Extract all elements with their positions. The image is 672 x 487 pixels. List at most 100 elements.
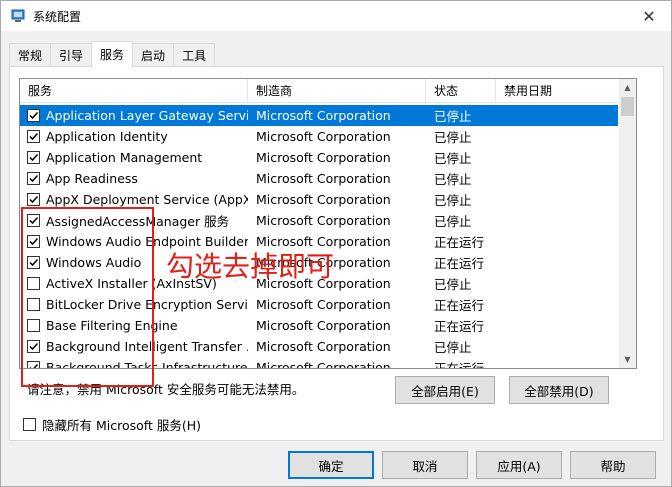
table-row[interactable]: Application Layer Gateway Service Microso… — [20, 105, 618, 126]
service-cell: Background Intelligent Transfer ... — [20, 339, 248, 354]
status-cell: 正在运行 — [434, 298, 485, 313]
status-cell: 已停止 — [434, 151, 472, 166]
apply-button[interactable]: 应用(A) — [476, 451, 562, 479]
ok-button[interactable]: 确定 — [288, 451, 374, 479]
status-cell: 已停止 — [434, 109, 472, 124]
enable-all-button[interactable]: 全部启用(E) — [395, 376, 495, 404]
service-name: Background Intelligent Transfer ... — [46, 339, 248, 354]
title-bar: 系统配置 ✕ — [1, 1, 671, 31]
manufacturer-cell: Microsoft Corporation — [256, 339, 391, 354]
scroll-thumb[interactable] — [621, 97, 634, 116]
status-cell: 正在运行 — [434, 235, 485, 250]
table-row[interactable]: Background Intelligent Transfer ... Micro… — [20, 336, 618, 357]
table-row[interactable]: BitLocker Drive Encryption Service Micros… — [20, 294, 618, 315]
hide-ms-services[interactable]: 隐藏所有 Microsoft 服务(H) — [23, 415, 201, 434]
service-checkbox[interactable] — [27, 151, 40, 164]
service-checkbox[interactable] — [27, 235, 40, 248]
service-checkbox[interactable] — [27, 361, 40, 368]
service-checkbox[interactable] — [27, 340, 40, 353]
hide-ms-label: 隐藏所有 Microsoft 服务(H) — [42, 418, 201, 433]
tab-bar: 常规 引导 服务 启动 工具 — [9, 41, 216, 67]
manufacturer-cell: Microsoft Corporation — [256, 171, 391, 186]
service-checkbox[interactable] — [27, 319, 40, 332]
manufacturer-cell: Microsoft Corporation — [256, 129, 391, 144]
status-cell: 正在运行 — [434, 361, 485, 369]
service-name: Application Identity — [46, 129, 168, 144]
manufacturer-cell: Microsoft Corporation — [256, 318, 391, 333]
service-cell: BitLocker Drive Encryption Service — [20, 297, 248, 312]
scroll-up-icon[interactable]: ▲ — [619, 79, 636, 96]
manufacturer-cell: Microsoft Corporation — [256, 213, 391, 228]
tab-startup[interactable]: 启动 — [132, 43, 175, 66]
manufacturer-cell: Microsoft Corporation — [256, 150, 391, 165]
hide-ms-checkbox[interactable] — [23, 418, 36, 431]
manufacturer-cell: Microsoft Corporation — [256, 192, 391, 207]
column-disabled-date[interactable]: 禁用日期 — [496, 79, 620, 103]
service-cell: Base Filtering Engine — [20, 318, 248, 333]
close-icon: ✕ — [642, 6, 656, 26]
vertical-scrollbar[interactable]: ▲ ▼ — [619, 79, 636, 368]
table-row[interactable]: App Readiness Microsoft Corporation 已停止 — [20, 168, 618, 189]
table-row[interactable]: Application Identity Microsoft Corporatio… — [20, 126, 618, 147]
service-checkbox[interactable] — [27, 172, 40, 185]
column-status[interactable]: 状态 — [426, 79, 496, 103]
services-list[interactable]: 服务 制造商 状态 禁用日期 Application Layer Gateway… — [19, 78, 637, 369]
service-name: Application Management — [46, 150, 203, 165]
service-cell: AppX Deployment Service (AppX... — [20, 192, 248, 207]
service-name: Windows Audio — [46, 255, 142, 270]
status-cell: 已停止 — [434, 214, 472, 229]
tab-general[interactable]: 常规 — [9, 43, 52, 66]
service-checkbox[interactable] — [27, 109, 40, 122]
cancel-button[interactable]: 取消 — [382, 451, 468, 479]
service-name: Background Tasks Infrastructure ... — [46, 360, 248, 369]
service-name: App Readiness — [46, 171, 138, 186]
service-checkbox[interactable] — [27, 193, 40, 206]
service-checkbox[interactable] — [27, 214, 40, 227]
table-row[interactable]: Base Filtering Engine Microsoft Corporati… — [20, 315, 618, 336]
service-checkbox[interactable] — [27, 298, 40, 311]
manufacturer-cell: Microsoft Corporation — [256, 108, 391, 123]
status-cell: 正在运行 — [434, 319, 485, 334]
disable-all-button[interactable]: 全部禁用(D) — [509, 376, 609, 404]
service-name: Base Filtering Engine — [46, 318, 178, 333]
table-row[interactable]: Background Tasks Infrastructure ... Micro… — [20, 357, 618, 369]
service-name: AppX Deployment Service (AppX... — [46, 192, 248, 207]
service-cell: App Readiness — [20, 171, 248, 186]
status-cell: 已停止 — [434, 130, 472, 145]
column-service[interactable]: 服务 — [20, 79, 248, 103]
window-title: 系统配置 — [33, 10, 82, 24]
status-cell: 已停止 — [434, 277, 472, 292]
manufacturer-cell: Microsoft Corporation — [256, 360, 391, 369]
service-cell: Application Identity — [20, 129, 248, 144]
column-manufacturer[interactable]: 制造商 — [248, 79, 426, 103]
tab-services[interactable]: 服务 — [91, 41, 134, 67]
list-header: 服务 制造商 状态 禁用日期 — [20, 79, 620, 103]
close-button[interactable]: ✕ — [627, 1, 671, 31]
system-config-window: 系统配置 ✕ 常规 引导 服务 启动 工具 服务 制造商 状态 禁用日期 App… — [0, 0, 672, 487]
service-checkbox[interactable] — [27, 256, 40, 269]
status-cell: 已停止 — [434, 340, 472, 355]
status-cell: 已停止 — [434, 172, 472, 187]
service-checkbox[interactable] — [27, 130, 40, 143]
table-row[interactable]: AssignedAccessManager 服务 Microsoft Corpor… — [20, 210, 618, 231]
list-rows: Application Layer Gateway Service Microso… — [20, 105, 618, 369]
msconfig-icon — [11, 9, 25, 23]
scroll-down-icon[interactable]: ▼ — [619, 351, 636, 368]
tab-tools[interactable]: 工具 — [173, 43, 216, 66]
service-cell: Application Management — [20, 150, 248, 165]
status-cell: 已停止 — [434, 193, 472, 208]
status-cell: 正在运行 — [434, 256, 485, 271]
service-name: AssignedAccessManager 服务 — [46, 214, 230, 229]
service-cell: Background Tasks Infrastructure ... — [20, 360, 248, 369]
service-name: Application Layer Gateway Service — [46, 108, 248, 123]
table-row[interactable]: Application Management Microsoft Corporat… — [20, 147, 618, 168]
service-cell: Application Layer Gateway Service — [20, 108, 248, 123]
service-name: BitLocker Drive Encryption Service — [46, 297, 248, 312]
table-row[interactable]: AppX Deployment Service (AppX... Microsof… — [20, 189, 618, 210]
tab-boot[interactable]: 引导 — [50, 43, 93, 66]
service-checkbox[interactable] — [27, 277, 40, 290]
ms-services-note: 请注意，禁用 Microsoft 安全服务可能无法禁用。 — [27, 382, 305, 397]
annotation-text: 勾选去掉即可 — [166, 250, 335, 283]
service-cell: AssignedAccessManager 服务 — [20, 211, 248, 230]
help-button[interactable]: 帮助 — [570, 451, 656, 479]
